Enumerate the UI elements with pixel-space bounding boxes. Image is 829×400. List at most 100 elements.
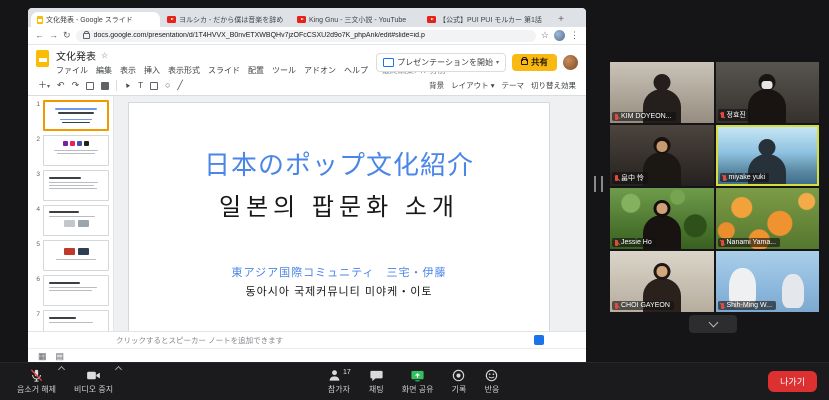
share-screen-icon bbox=[410, 368, 425, 383]
redo-button[interactable]: ↷ bbox=[72, 81, 80, 90]
participant-nametag: Nanami Yama... bbox=[718, 238, 781, 247]
share-button[interactable]: 共有 bbox=[512, 54, 557, 71]
address-bar[interactable]: docs.google.com/presentation/d/1T4HVVX_B… bbox=[76, 30, 536, 42]
browser-tab-slides[interactable]: 文化発表 - Google スライド bbox=[31, 12, 160, 27]
slide-subtitle-korean[interactable]: 동아시아 국제커뮤니티 미야케・이토 bbox=[129, 283, 549, 299]
layout-button[interactable]: レイアウト ▾ bbox=[451, 80, 494, 91]
browser-tab-youtube-2[interactable]: King Gnu - 三文小説 - YouTube bbox=[291, 12, 420, 27]
bookmark-star-icon[interactable]: ☆ bbox=[541, 31, 549, 40]
menu-edit[interactable]: 編集 bbox=[96, 65, 112, 76]
new-slide-button[interactable]: ＋▾ bbox=[38, 81, 50, 90]
new-tab-button[interactable]: + bbox=[555, 14, 567, 26]
theme-button[interactable]: テーマ bbox=[502, 80, 525, 91]
slide-thumbnail-1[interactable]: 1 bbox=[32, 100, 109, 131]
back-icon[interactable]: ← bbox=[35, 31, 44, 40]
video-tile[interactable]: CHOI GAYEON bbox=[610, 251, 714, 312]
star-document-icon[interactable]: ☆ bbox=[101, 52, 108, 60]
video-tile[interactable]: Jessie Ho bbox=[610, 188, 714, 249]
menu-tools[interactable]: ツール bbox=[272, 65, 296, 76]
mic-muted-icon bbox=[721, 240, 724, 246]
undo-button[interactable]: ↶ bbox=[57, 81, 65, 90]
menu-view[interactable]: 表示 bbox=[120, 65, 136, 76]
control-label: 음소거 해제 bbox=[17, 384, 56, 395]
participant-nametag: CHOI GAYEON bbox=[612, 301, 674, 310]
menu-insert[interactable]: 挿入 bbox=[144, 65, 160, 76]
print-button[interactable] bbox=[86, 82, 94, 90]
slide-title-japanese[interactable]: 日本のポップ文化紹介 bbox=[129, 145, 549, 182]
control-label: 참가자 bbox=[328, 384, 350, 395]
present-button[interactable]: プレゼンテーションを開始 ▾ bbox=[376, 53, 506, 72]
menu-slide[interactable]: スライド bbox=[208, 65, 240, 76]
mic-muted-icon bbox=[615, 303, 618, 309]
browser-tab-youtube-3[interactable]: 【公式】PUI PUI モルカー 第1話「... bbox=[421, 12, 550, 27]
menu-file[interactable]: ファイル bbox=[56, 65, 88, 76]
slide-thumbnail-5[interactable]: 5 bbox=[32, 240, 109, 271]
explore-button[interactable] bbox=[534, 335, 544, 345]
video-tile-active-speaker[interactable]: miyake yuki bbox=[716, 125, 820, 186]
menu-addons[interactable]: アドオン bbox=[304, 65, 336, 76]
insert-image-button[interactable] bbox=[150, 82, 158, 90]
google-slides-favicon bbox=[37, 16, 43, 24]
video-tile[interactable]: Nanami Yama... bbox=[716, 188, 820, 249]
chevron-up-icon[interactable] bbox=[58, 366, 65, 373]
record-button[interactable]: 기록 bbox=[442, 363, 475, 400]
panel-resize-handle[interactable] bbox=[594, 176, 603, 192]
chevron-up-icon[interactable] bbox=[115, 366, 122, 373]
grid-view-icon[interactable]: ▦ bbox=[38, 351, 47, 362]
stop-video-button[interactable]: 비디오 중지 bbox=[65, 363, 122, 400]
youtube-favicon bbox=[297, 16, 306, 23]
costumed-figure bbox=[782, 274, 804, 308]
browser-profile-avatar[interactable] bbox=[554, 30, 565, 41]
slide-thumbnail-4[interactable]: 4 bbox=[32, 205, 109, 236]
reload-icon[interactable]: ↻ bbox=[63, 31, 71, 40]
browser-tab-youtube-1[interactable]: ヨルシカ - だから僕は音楽を辞めた (M... bbox=[161, 12, 290, 27]
share-screen-button[interactable]: 화면 공유 bbox=[393, 363, 443, 400]
speaker-notes[interactable]: クリックするとスピーカー ノートを追加できます bbox=[28, 331, 586, 348]
video-tile[interactable]: KIM DOYEON... bbox=[610, 62, 714, 123]
participants-button[interactable]: 17 참가자 bbox=[318, 363, 360, 400]
transition-button[interactable]: 切り替え効果 bbox=[531, 80, 576, 91]
present-screen-icon bbox=[383, 58, 394, 67]
control-label: 반응 bbox=[485, 384, 500, 395]
chevron-down-icon bbox=[708, 318, 718, 328]
share-lock-icon bbox=[521, 59, 528, 65]
current-slide[interactable]: 日本のポップ文化紹介 일본의 팝문화 소개 東アジア国際コミュニティ 三宅・伊藤… bbox=[128, 102, 550, 332]
video-tile[interactable]: 정효진 bbox=[716, 62, 820, 123]
select-tool-button[interactable]: ▲ bbox=[123, 81, 133, 91]
menu-help[interactable]: ヘルプ bbox=[344, 65, 368, 76]
text-box-button[interactable]: T bbox=[138, 82, 143, 90]
menu-arrange[interactable]: 配置 bbox=[248, 65, 264, 76]
insert-line-button[interactable]: ╱ bbox=[177, 81, 182, 90]
video-tile[interactable]: Shih-Ming W... bbox=[716, 251, 820, 312]
slide-title-korean[interactable]: 일본의 팝문화 소개 bbox=[129, 187, 549, 222]
filmstrip-view-icon[interactable]: ▤ bbox=[56, 351, 65, 362]
participant-video-grid: KIM DOYEON... 정효진 畠中 怜 miyake yuki Jessi… bbox=[610, 62, 819, 312]
mic-muted-icon bbox=[721, 303, 724, 309]
participant-name: CHOI GAYEON bbox=[621, 302, 670, 309]
menu-format[interactable]: 表示形式 bbox=[168, 65, 200, 76]
leave-meeting-button[interactable]: 나가기 bbox=[768, 371, 817, 392]
slides-toolbar: ＋▾ ↶ ↷ ▲ T ○ ╱ 背景 レイアウト ▾ テーマ 切り替え効果 bbox=[28, 76, 586, 96]
chat-button[interactable]: 채팅 bbox=[360, 363, 393, 400]
mic-muted-icon bbox=[615, 114, 618, 120]
paint-format-button[interactable] bbox=[101, 82, 109, 90]
unmute-button[interactable]: 음소거 해제 bbox=[8, 363, 65, 400]
slide-thumbnail-2[interactable]: 2 bbox=[32, 135, 109, 166]
slide-thumbnail-3[interactable]: 3 bbox=[32, 170, 109, 201]
participant-nametag: Shih-Ming W... bbox=[718, 301, 777, 310]
background-button[interactable]: 背景 bbox=[429, 80, 444, 91]
insert-shape-button[interactable]: ○ bbox=[165, 81, 170, 90]
video-tile[interactable]: 畠中 怜 bbox=[610, 125, 714, 186]
participant-nametag: KIM DOYEON... bbox=[612, 112, 676, 121]
slide-subtitle-japanese[interactable]: 東アジア国際コミュニティ 三宅・伊藤 bbox=[129, 264, 549, 280]
forward-icon[interactable]: → bbox=[49, 31, 58, 40]
browser-menu-icon[interactable]: ⋮ bbox=[570, 31, 579, 40]
slide-thumbnail-6[interactable]: 6 bbox=[32, 275, 109, 306]
collapse-video-strip-button[interactable] bbox=[689, 315, 737, 333]
account-avatar[interactable] bbox=[563, 55, 578, 70]
slide-thumbnail-7[interactable]: 7 bbox=[32, 310, 109, 331]
mic-muted-icon bbox=[615, 240, 618, 246]
document-title[interactable]: 文化発表 bbox=[56, 48, 96, 63]
slides-header: 文化発表 ☆ ファイル 編集 表示 挿入 表示形式 スライド 配置 ツール アド… bbox=[28, 45, 586, 76]
reactions-button[interactable]: 반응 bbox=[475, 363, 508, 400]
